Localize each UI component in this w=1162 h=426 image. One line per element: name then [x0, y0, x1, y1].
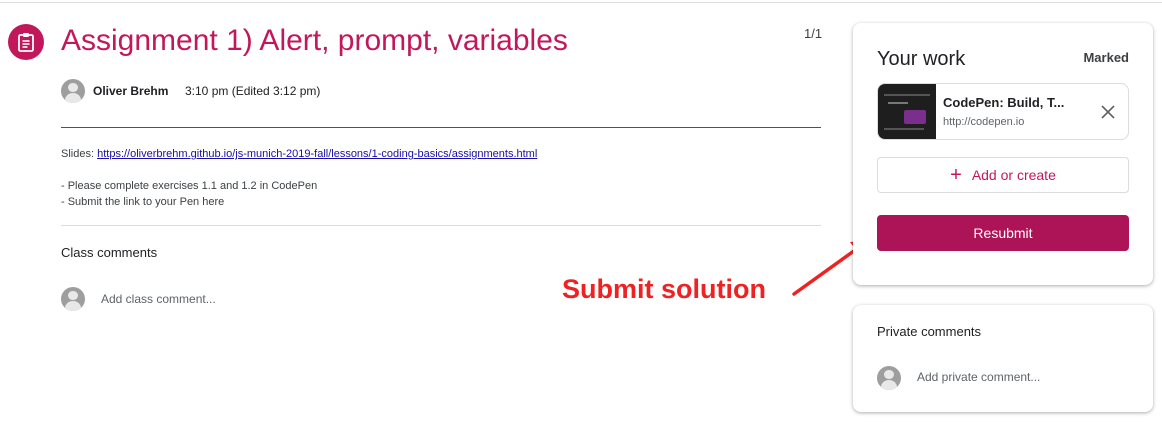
assignment-description: Slides: https://oliverbrehm.github.io/js…	[61, 146, 537, 210]
class-comment-input[interactable]: Add class comment...	[101, 292, 216, 306]
your-work-heading: Your work	[877, 48, 966, 70]
page-indicator: 1/1	[804, 26, 823, 41]
resubmit-button[interactable]: Resubmit	[877, 215, 1129, 251]
instruction-line: - Please complete exercises 1.1 and 1.2 …	[61, 180, 318, 192]
instruction-line: - Submit the link to your Pen here	[61, 196, 225, 208]
status-badge: Marked	[1083, 50, 1129, 65]
author-name: Oliver Brehm	[93, 84, 169, 98]
slides-link[interactable]: https://oliverbrehm.github.io/js-munich-…	[97, 148, 537, 160]
private-comment-input[interactable]: Add private comment...	[917, 370, 1040, 384]
add-or-create-button[interactable]: + Add or create	[877, 157, 1129, 193]
attachment-url: http://codepen.io	[943, 116, 1025, 128]
title-divider	[61, 127, 821, 128]
class-comments-heading: Class comments	[61, 245, 158, 260]
assignment-icon	[8, 24, 44, 60]
commenter-avatar	[61, 287, 85, 311]
submit-solution-annotation: Submit solution	[562, 274, 766, 304]
author-avatar	[61, 79, 85, 103]
resubmit-label: Resubmit	[973, 225, 1033, 241]
section-divider	[61, 225, 821, 226]
attachment-title: CodePen: Build, T...	[943, 95, 1065, 110]
private-commenter-avatar	[877, 366, 901, 390]
attachment-thumbnail	[878, 84, 936, 139]
slides-label: Slides:	[61, 148, 95, 160]
attachment-card[interactable]: CodePen: Build, T... http://codepen.io	[877, 83, 1129, 140]
post-time: 3:10 pm (Edited 3:12 pm)	[185, 84, 321, 98]
private-comments-heading: Private comments	[877, 324, 982, 339]
top-divider	[0, 2, 1162, 3]
private-comments-card: Private comments Add private comment...	[853, 305, 1153, 412]
your-work-card: Your work Marked CodePen: Build, T... ht…	[853, 23, 1153, 285]
plus-icon: +	[950, 164, 962, 186]
assignment-title: Assignment 1) Alert, prompt, variables	[61, 24, 568, 57]
add-or-create-label: Add or create	[971, 167, 1056, 183]
close-icon[interactable]	[1098, 102, 1118, 122]
slides-line: Slides: https://oliverbrehm.github.io/js…	[61, 146, 537, 162]
